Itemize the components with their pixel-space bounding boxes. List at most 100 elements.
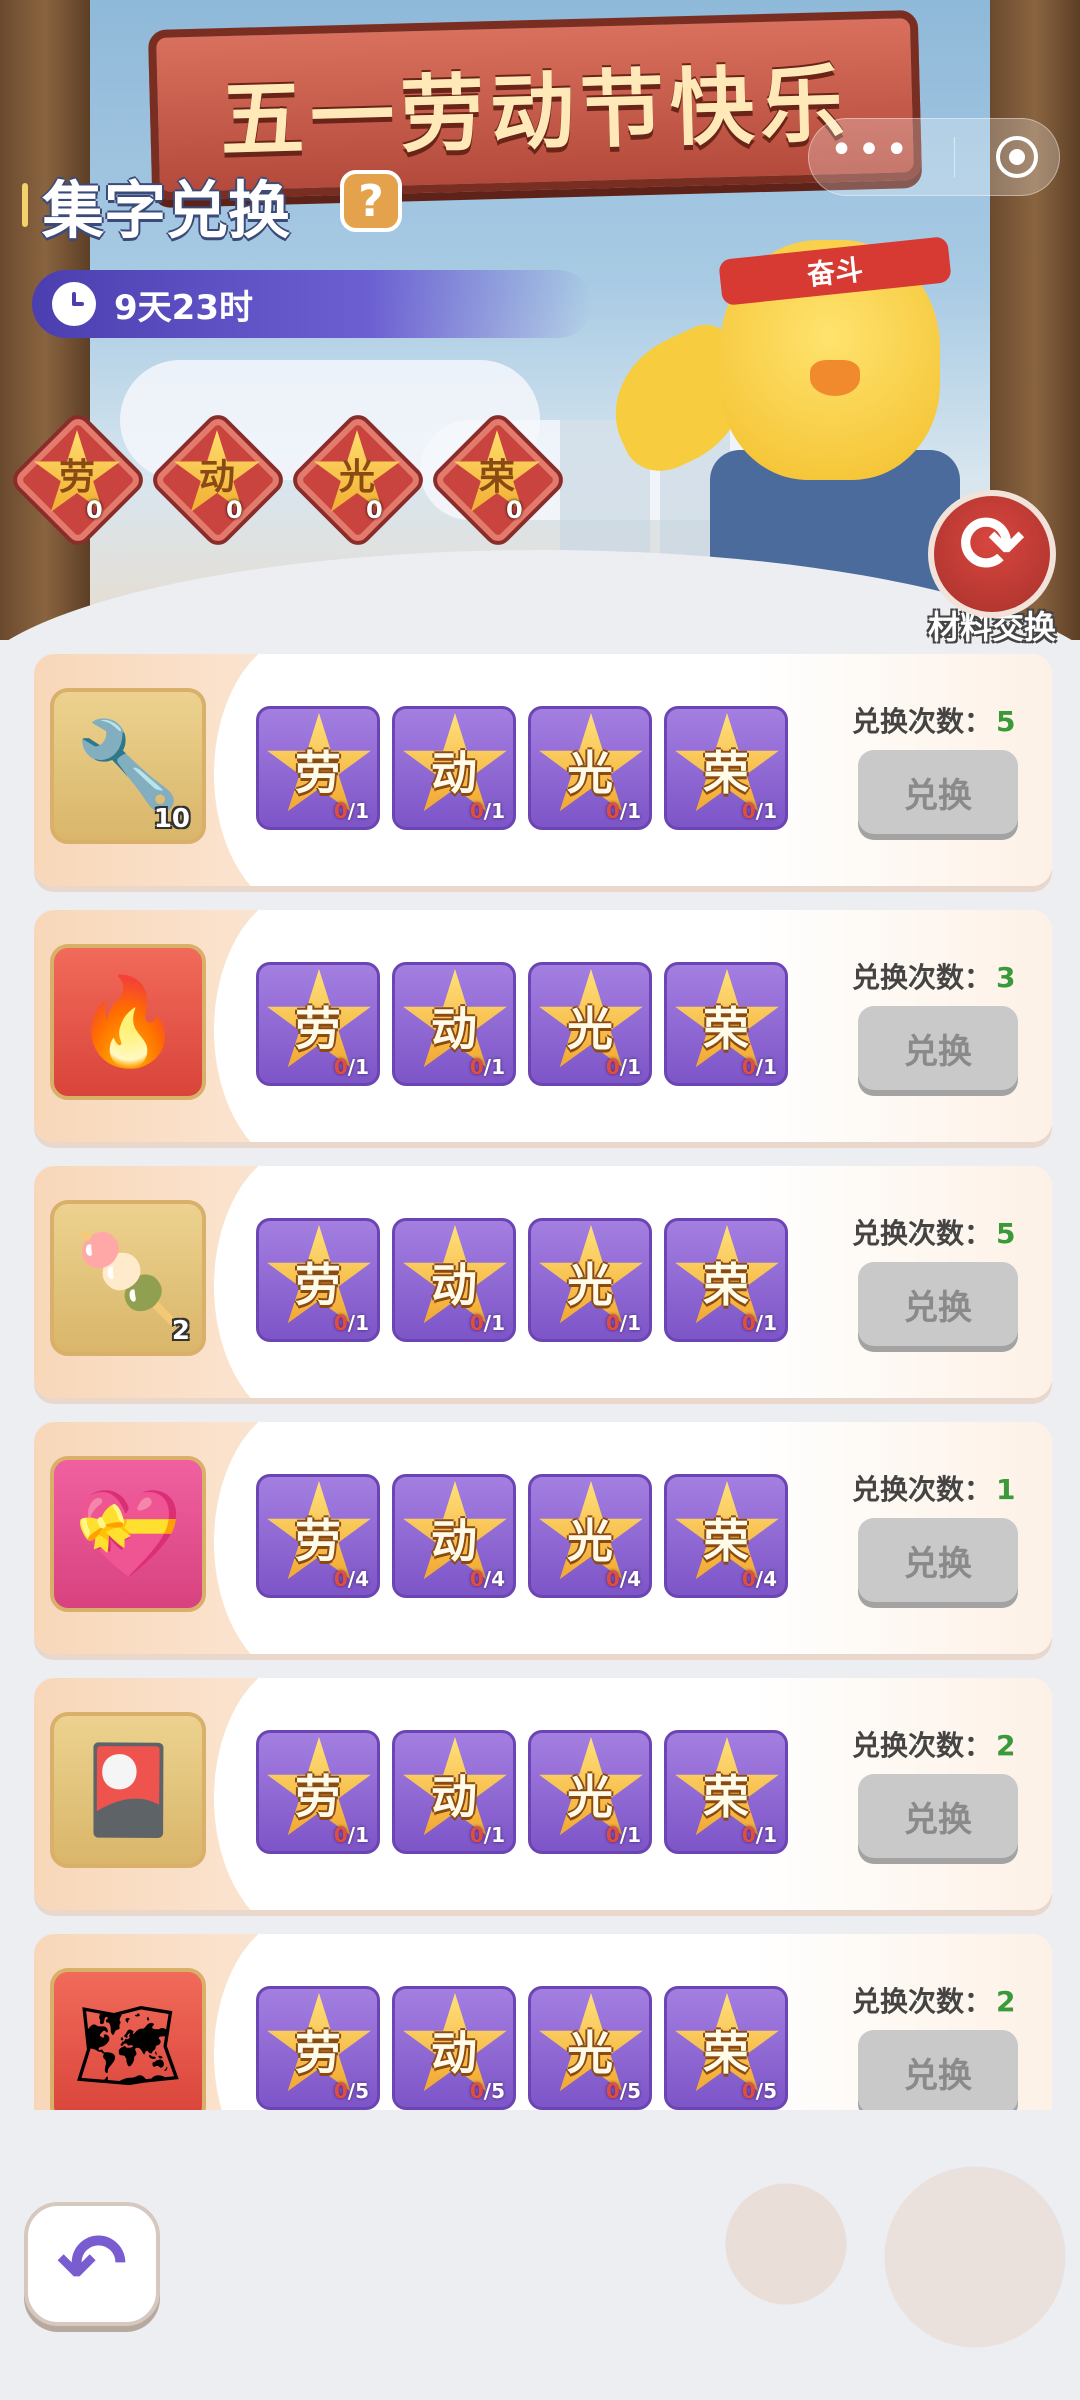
- char-count: 0: [226, 496, 243, 524]
- char-count: 0: [506, 496, 523, 524]
- cost-char-slot: 劳 0/1: [256, 962, 380, 1086]
- cost-need: 5: [355, 2079, 369, 2103]
- cost-char: 动: [431, 1002, 477, 1056]
- exchange-times-label: 兑换次数：: [852, 1985, 993, 2018]
- cost-char-slot: 荣 0/1: [664, 962, 788, 1086]
- cost-have: 0: [741, 799, 756, 823]
- exchange-times: 兑换次数： 5: [852, 700, 1016, 740]
- cost-have: 0: [605, 799, 620, 823]
- cost-have: 0: [741, 1311, 756, 1335]
- cost-have: 0: [605, 1055, 620, 1079]
- map-icon[interactable]: 🗺: [50, 1968, 206, 2110]
- cost-char: 动: [431, 1514, 477, 1568]
- reward-glyph: 🎴: [74, 1740, 182, 1840]
- exchange-button[interactable]: 兑换: [858, 750, 1018, 834]
- refresh-icon: [928, 490, 1056, 618]
- wrench-icon[interactable]: 🔧 10: [50, 688, 206, 844]
- cost-need: 4: [763, 1567, 777, 1591]
- exchange-button-label: 兑换: [904, 1287, 972, 1328]
- cost-progress: 0/1: [605, 1055, 641, 1079]
- cost-char: 动: [431, 1258, 477, 1312]
- collected-chars: 劳 0 动 0 光 0 荣 0: [10, 412, 564, 546]
- cost-char: 光: [567, 1258, 613, 1312]
- exchange-times-value: 5: [996, 1217, 1016, 1250]
- exchange-button[interactable]: 兑换: [858, 1006, 1018, 1090]
- cost-char-slot: 荣 0/1: [664, 1730, 788, 1854]
- cost-need: 1: [763, 1311, 777, 1335]
- back-button[interactable]: ↶: [24, 2202, 160, 2326]
- exchange-button-label: 兑换: [904, 2055, 972, 2096]
- exchange-times: 兑换次数： 5: [852, 1212, 1016, 1252]
- cost-progress: 0/1: [605, 1823, 641, 1847]
- exchange-button-label: 兑换: [904, 1031, 972, 1072]
- collected-char-lao: 劳 0: [10, 412, 144, 546]
- popsicle-icon[interactable]: 🍡 2: [50, 1200, 206, 1356]
- cost-char: 光: [567, 1514, 613, 1568]
- material-exchange-button[interactable]: 材料交换: [912, 490, 1072, 648]
- exchange-button[interactable]: 兑换: [858, 2030, 1018, 2110]
- card-pack-icon[interactable]: 🎴: [50, 1712, 206, 1868]
- exchange-times-value: 2: [996, 1985, 1016, 2018]
- exchange-times-label: 兑换次数：: [852, 961, 993, 994]
- char-label: 动: [198, 457, 235, 498]
- cost-have: 0: [741, 1823, 756, 1847]
- exchange-row: 🍡 2 劳 0/1 动 0/1 光 0/1 荣 0/1 兑换次数： 5 兑换: [34, 1166, 1052, 1398]
- exchange-button[interactable]: 兑换: [858, 1518, 1018, 1602]
- help-button[interactable]: ?: [340, 170, 402, 232]
- cost-progress: 0/1: [469, 799, 505, 823]
- cost-need: 1: [627, 1055, 641, 1079]
- capsule-divider: [953, 137, 955, 177]
- cost-progress: 0/5: [741, 2079, 777, 2103]
- cost-progress: 0/1: [469, 1055, 505, 1079]
- exchange-row: 🔧 10 劳 0/1 动 0/1 光 0/1 荣 0/1 兑换次数： 5 兑换: [34, 654, 1052, 886]
- cost-progress: 0/1: [469, 1823, 505, 1847]
- cost-char: 劳: [295, 1514, 341, 1568]
- cost-progress: 0/5: [605, 2079, 641, 2103]
- more-options-icon[interactable]: •••: [830, 130, 913, 170]
- exchange-row: 💝 劳 0/4 动 0/4 光 0/4 荣 0/4 兑换次数： 1 兑换: [34, 1422, 1052, 1654]
- cost-char: 光: [567, 746, 613, 800]
- cost-have: 0: [333, 1311, 348, 1335]
- cost-char-slot: 动 0/5: [392, 1986, 516, 2110]
- cost-need: 4: [627, 1567, 641, 1591]
- cost-have: 0: [741, 1567, 756, 1591]
- cost-progress: 0/1: [741, 799, 777, 823]
- cost-char-slot: 光 0/1: [528, 1218, 652, 1342]
- cost-progress: 0/4: [741, 1567, 777, 1591]
- exchange-button[interactable]: 兑换: [858, 1774, 1018, 1858]
- collected-char-guang: 光 0: [290, 412, 424, 546]
- fireball-icon[interactable]: 🔥: [50, 944, 206, 1100]
- reward-glyph: 🔧: [74, 716, 182, 816]
- cost-char: 光: [567, 2026, 613, 2080]
- cost-char-slot: 动 0/1: [392, 1730, 516, 1854]
- exchange-times-value: 1: [996, 1473, 1016, 1506]
- exchange-row: 🎴 劳 0/1 动 0/1 光 0/1 荣 0/1 兑换次数： 2 兑换: [34, 1678, 1052, 1910]
- page-title-text: 集字兑换: [42, 174, 291, 247]
- cost-char: 荣: [703, 1258, 749, 1312]
- cost-char-slot: 劳 0/1: [256, 706, 380, 830]
- collected-char-dong: 动 0: [150, 412, 284, 546]
- cost-progress: 0/4: [605, 1567, 641, 1591]
- heart-gift-icon[interactable]: 💝: [50, 1456, 206, 1612]
- cost-have: 0: [333, 799, 348, 823]
- exchange-button-label: 兑换: [904, 775, 972, 816]
- collected-char-rong: 荣 0: [430, 412, 564, 546]
- cost-have: 0: [333, 1055, 348, 1079]
- close-mini-program-icon[interactable]: [996, 136, 1039, 178]
- exchange-list[interactable]: 🔧 10 劳 0/1 动 0/1 光 0/1 荣 0/1 兑换次数： 5 兑换 …: [34, 654, 1052, 2110]
- countdown-text: 9天23时: [114, 287, 253, 328]
- cost-have: 0: [469, 799, 484, 823]
- exchange-button-label: 兑换: [904, 1799, 972, 1840]
- cost-need: 1: [763, 1823, 777, 1847]
- exchange-row: 🔥 劳 0/1 动 0/1 光 0/1 荣 0/1 兑换次数： 3 兑换: [34, 910, 1052, 1142]
- exchange-times-value: 3: [996, 961, 1016, 994]
- exchange-times-label: 兑换次数：: [852, 1473, 993, 1506]
- cost-have: 0: [469, 2079, 484, 2103]
- exchange-button-label: 兑换: [904, 1543, 972, 1584]
- cost-char: 光: [567, 1770, 613, 1824]
- cost-char-slot: 光 0/1: [528, 706, 652, 830]
- cost-list: 劳 0/1 动 0/1 光 0/1 荣 0/1: [256, 962, 788, 1086]
- exchange-button[interactable]: 兑换: [858, 1262, 1018, 1346]
- cost-char: 劳: [295, 2026, 341, 2080]
- mini-program-capsule: •••: [808, 118, 1060, 196]
